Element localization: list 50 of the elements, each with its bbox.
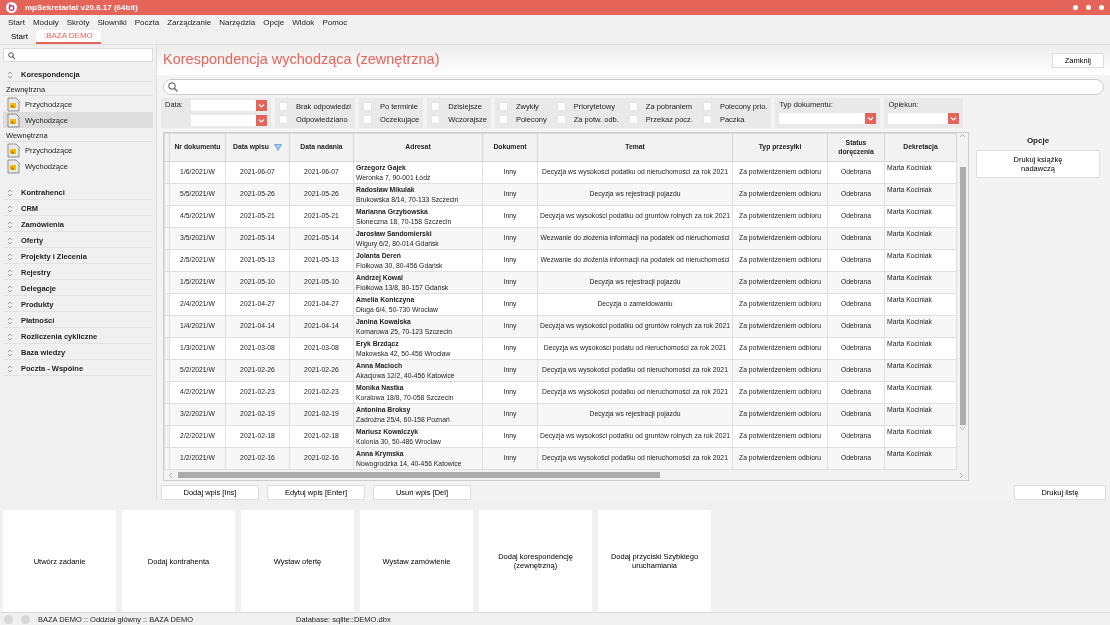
window-control-icon[interactable]: [1086, 5, 1091, 10]
expand-icon: [7, 364, 13, 373]
expand-icon: [7, 220, 13, 229]
dropdown-field[interactable]: [190, 115, 267, 126]
menu-item[interactable]: Moduły: [28, 17, 63, 28]
search-field[interactable]: [3, 48, 153, 62]
expand-icon: [7, 252, 13, 261]
scroll-right-icon[interactable]: [958, 471, 964, 479]
sort-descending-icon[interactable]: [273, 144, 282, 152]
expand-icon: [7, 236, 13, 245]
page-title: Korespondencja wychodząca (zewnętrzna): [163, 51, 440, 69]
expand-icon: [7, 70, 13, 79]
dropdown-field[interactable]: [779, 113, 877, 124]
scroll-up-icon[interactable]: [959, 133, 966, 139]
app-logo-icon: [6, 2, 17, 13]
window-control-icon[interactable]: [1073, 5, 1078, 10]
window-control-icon[interactable]: [1099, 5, 1104, 10]
menu-item[interactable]: Pomoc: [318, 17, 352, 28]
options-heading: Opcje: [1025, 135, 1051, 147]
horizontal-scrollbar[interactable]: [164, 470, 968, 480]
expand-icon: [7, 300, 13, 309]
document-icon: [7, 96, 20, 112]
expand-icon: [7, 332, 13, 341]
vertical-scrollbar[interactable]: [957, 133, 968, 470]
menu-item[interactable]: Zarządzanie: [163, 17, 216, 28]
expand-icon: [7, 348, 13, 357]
scroll-down-icon[interactable]: [959, 425, 966, 431]
expand-icon: [7, 188, 13, 197]
menu-item[interactable]: Narzędzia: [215, 17, 260, 28]
document-icon: [7, 112, 20, 128]
expand-icon: [7, 284, 13, 293]
document-icon: [7, 158, 20, 174]
dropdown-field[interactable]: [888, 113, 960, 124]
search-field[interactable]: [163, 79, 1104, 95]
document-icon: [7, 142, 20, 158]
menu-item[interactable]: Słowniki: [93, 17, 131, 28]
menu-item[interactable]: Widok: [288, 17, 319, 28]
expand-icon: [7, 316, 13, 325]
dropdown-field[interactable]: [190, 100, 267, 111]
tab[interactable]: :BAZA DEMO: [35, 30, 101, 44]
menu-item[interactable]: Poczta: [130, 17, 164, 28]
window-title: mpSekretariat v20.6.17 (64bit): [25, 2, 138, 13]
menu-item[interactable]: Start: [4, 17, 29, 28]
search-icon: [168, 82, 178, 92]
menu-item[interactable]: Skróty: [62, 17, 94, 28]
expand-icon: [7, 204, 13, 213]
scroll-left-icon[interactable]: [168, 471, 174, 479]
menu-item[interactable]: Opcje: [259, 17, 289, 28]
search-icon: [8, 51, 15, 59]
expand-icon: [7, 268, 13, 277]
